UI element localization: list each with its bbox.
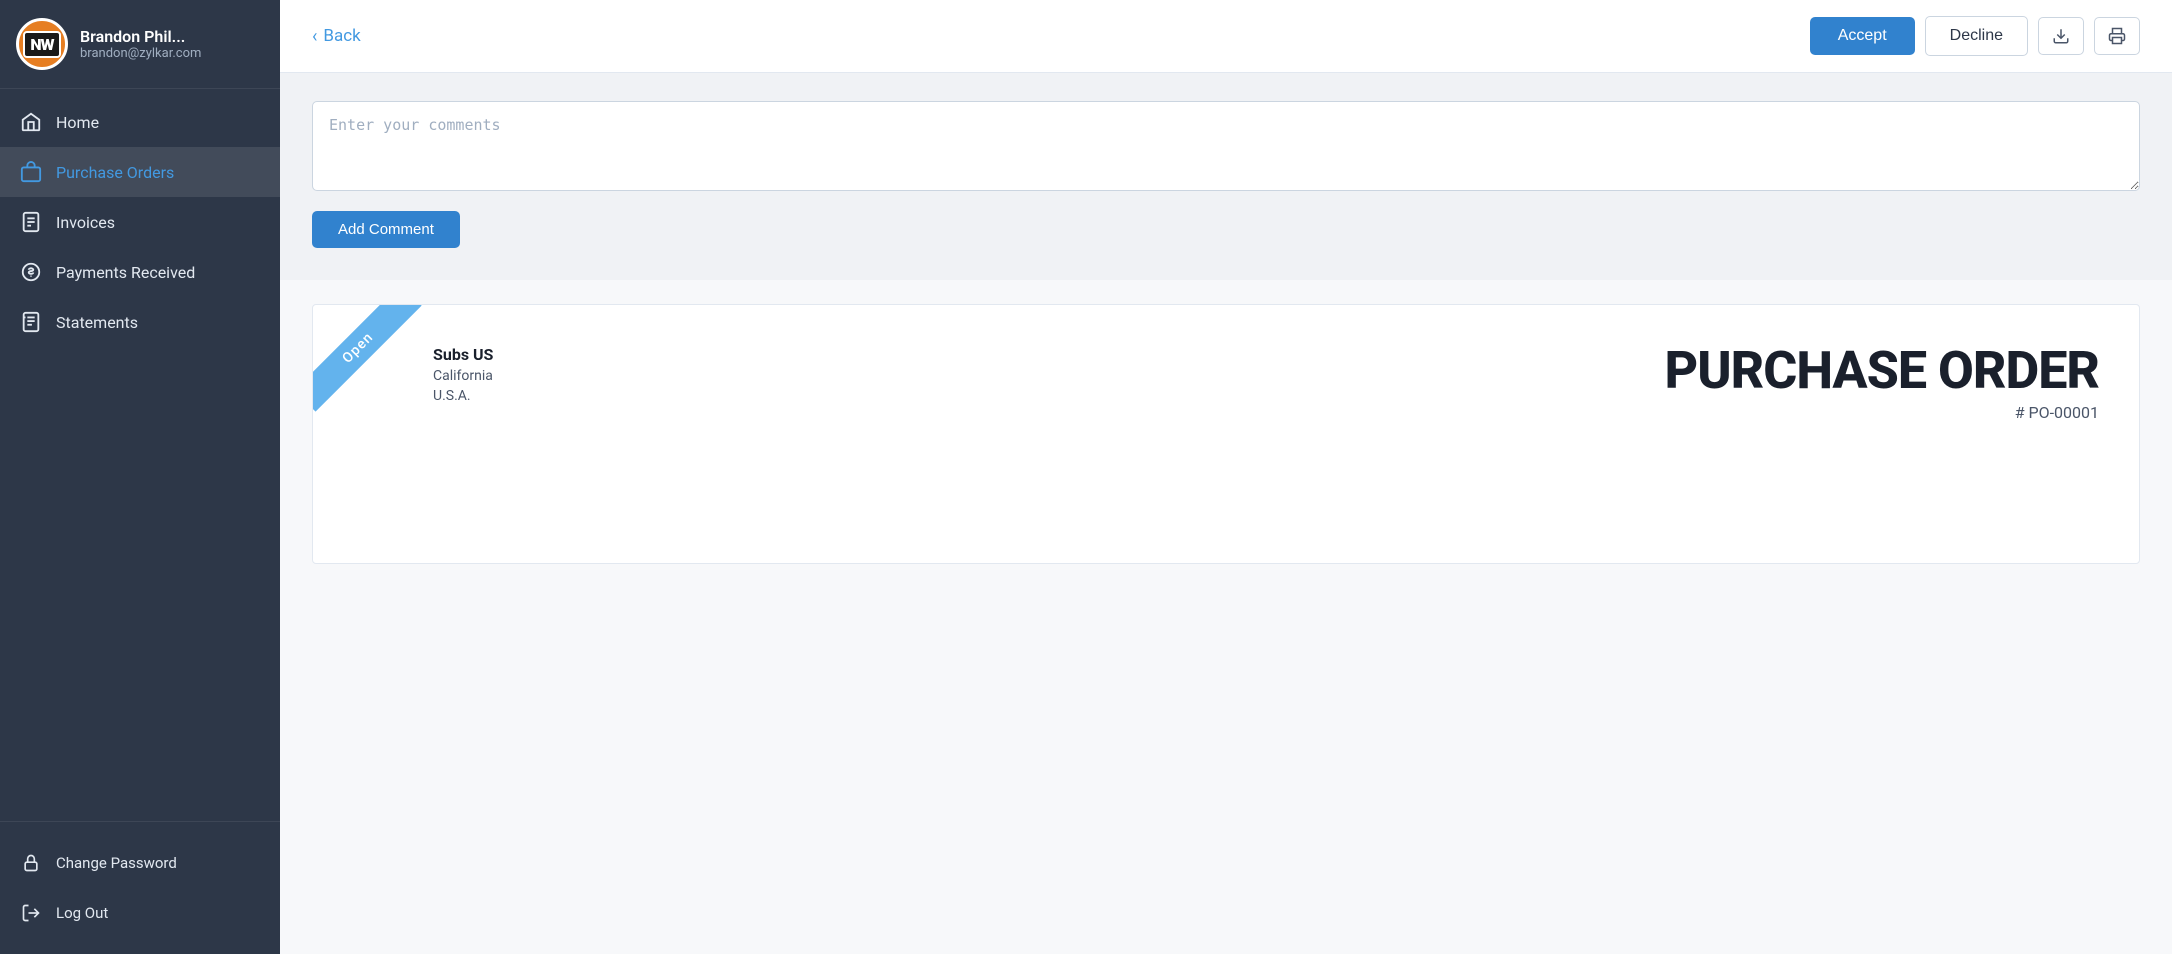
sidebar-username: Brandon Phil... — [80, 27, 201, 46]
sidebar-logo: NW — [16, 18, 68, 70]
print-icon — [2108, 27, 2126, 45]
back-button[interactable]: ‹ Back — [312, 26, 361, 47]
statement-icon — [20, 311, 42, 333]
sidebar: NW Brandon Phil... brandon@zylkar.com Ho… — [0, 0, 280, 954]
sidebar-item-home[interactable]: Home — [0, 97, 280, 147]
comment-section: Add Comment — [280, 73, 2172, 280]
sidebar-item-payments-received[interactable]: Payments Received — [0, 247, 280, 297]
home-icon — [20, 111, 42, 133]
topbar-actions: Accept Decline — [1810, 16, 2140, 56]
logo-text: NW — [23, 31, 60, 58]
doc-title: PURCHASE ORDER — [1665, 345, 2099, 397]
back-label: Back — [323, 26, 360, 46]
sidebar-header: NW Brandon Phil... brandon@zylkar.com — [0, 0, 280, 89]
doc-title-block: PURCHASE ORDER # PO-00001 — [1665, 345, 2099, 422]
main-area: ‹ Back Accept Decline — [280, 0, 2172, 954]
sidebar-email: brandon@zylkar.com — [80, 46, 201, 61]
sidebar-item-purchase-orders[interactable]: Purchase Orders — [0, 147, 280, 197]
sidebar-user-info: Brandon Phil... brandon@zylkar.com — [80, 27, 201, 61]
print-button[interactable] — [2094, 17, 2140, 55]
sidebar-item-purchase-orders-label: Purchase Orders — [56, 163, 174, 182]
accept-button[interactable]: Accept — [1810, 17, 1915, 55]
chevron-left-icon: ‹ — [312, 26, 317, 47]
comment-input[interactable] — [312, 101, 2140, 191]
doc-address-line2: U.S.A. — [433, 388, 493, 404]
document-content: Subs US California U.S.A. PURCHASE ORDER… — [353, 345, 2099, 422]
doc-po-number: # PO-00001 — [2015, 403, 2099, 422]
document-card: Open Subs US California U.S.A. PURCHASE … — [312, 304, 2140, 564]
sidebar-item-statements-label: Statements — [56, 313, 138, 332]
doc-company-name: Subs US — [433, 345, 493, 364]
sidebar-item-statements[interactable]: Statements — [0, 297, 280, 347]
payment-icon — [20, 261, 42, 283]
sidebar-item-change-password-label: Change Password — [56, 854, 177, 872]
doc-address-line1: California — [433, 368, 493, 384]
logout-icon — [20, 902, 42, 924]
sidebar-item-payments-received-label: Payments Received — [56, 263, 195, 282]
sidebar-item-log-out-label: Log Out — [56, 904, 108, 922]
sidebar-nav: Home Purchase Orders Invoi — [0, 89, 280, 821]
lock-icon — [20, 852, 42, 874]
bag-icon — [20, 161, 42, 183]
sidebar-item-invoices-label: Invoices — [56, 213, 115, 232]
download-button[interactable] — [2038, 17, 2084, 55]
decline-button[interactable]: Decline — [1925, 16, 2028, 56]
download-icon — [2052, 27, 2070, 45]
main-content: Add Comment Open Subs US California U.S.… — [280, 73, 2172, 954]
document-area: Open Subs US California U.S.A. PURCHASE … — [280, 280, 2172, 588]
sidebar-item-home-label: Home — [56, 113, 99, 132]
topbar: ‹ Back Accept Decline — [280, 0, 2172, 73]
sidebar-item-invoices[interactable]: Invoices — [0, 197, 280, 247]
sidebar-bottom-nav: Change Password Log Out — [0, 821, 280, 954]
add-comment-button[interactable]: Add Comment — [312, 211, 460, 248]
invoice-icon — [20, 211, 42, 233]
sidebar-item-log-out[interactable]: Log Out — [0, 888, 280, 938]
doc-address-block: Subs US California U.S.A. — [433, 345, 493, 404]
sidebar-item-change-password[interactable]: Change Password — [0, 838, 280, 888]
